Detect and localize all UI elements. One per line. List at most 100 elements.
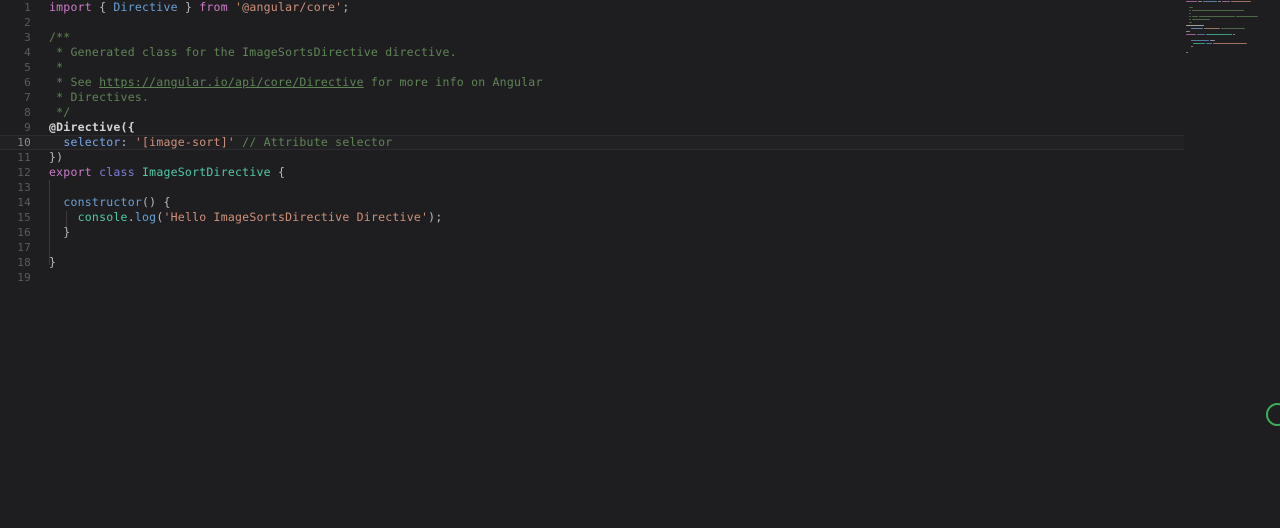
token: * <box>49 60 64 74</box>
line-content[interactable]: * Directives. <box>49 90 149 105</box>
code-editor[interactable]: 1 import { Directive } from '@angular/cor… <box>0 0 1280 528</box>
code-line[interactable]: 9 @Directive({ <box>0 120 1280 135</box>
token: 'Hello ImageSortsDirective Directive' <box>163 210 429 224</box>
token: { <box>277 165 286 179</box>
token: /** <box>49 30 71 44</box>
code-line[interactable]: 14 constructor() { <box>0 195 1280 210</box>
token: from <box>199 0 228 14</box>
token: * Directives. <box>49 90 150 104</box>
token: class <box>99 165 135 179</box>
token: ; <box>342 0 350 14</box>
code-line[interactable]: 12 export class ImageSortDirective { <box>0 165 1280 180</box>
token: */ <box>49 105 71 119</box>
line-number: 1 <box>24 1 31 14</box>
code-line[interactable]: 2 <box>0 15 1280 30</box>
line-number: 4 <box>24 46 31 59</box>
line-content[interactable]: */ <box>49 105 70 120</box>
code-line[interactable]: 19 <box>0 270 1280 285</box>
token: selector <box>63 135 121 149</box>
token: . <box>127 210 135 224</box>
token: @Directive({ <box>49 120 135 134</box>
code-line[interactable]: 7 * Directives. <box>0 90 1280 105</box>
line-content[interactable]: console.log('Hello ImageSortsDirective D… <box>49 210 443 225</box>
token: https://angular.io/api/core/Directive <box>99 75 364 89</box>
code-line[interactable]: 11}) <box>0 150 1280 165</box>
line-number: 7 <box>24 91 31 104</box>
line-number: 13 <box>17 181 31 194</box>
line-content[interactable]: } <box>49 225 70 240</box>
line-content[interactable]: export class ImageSortDirective { <box>49 165 285 180</box>
line-content[interactable]: * <box>49 60 63 75</box>
token: * See <box>49 75 100 89</box>
token: () { <box>142 195 171 209</box>
minimap-line <box>1186 54 1280 57</box>
line-number: 14 <box>17 196 31 209</box>
token: : <box>120 135 128 149</box>
code-line[interactable]: 18} <box>0 255 1280 270</box>
editor-code-area[interactable]: 1 import { Directive } from '@angular/cor… <box>0 0 1280 528</box>
code-line-active[interactable]: 10 selector: '[image-sort]' // Attribute… <box>0 135 1280 150</box>
token: * Generated class for the ImageSortsDire… <box>49 45 457 59</box>
token: log <box>134 210 157 224</box>
line-number: 17 <box>17 241 31 254</box>
code-line[interactable]: 16 } <box>0 225 1280 240</box>
line-number: 5 <box>24 61 31 74</box>
token: } <box>49 255 57 269</box>
line-content[interactable]: /** <box>49 30 70 45</box>
line-number: 8 <box>24 106 31 119</box>
code-line[interactable]: 17 <box>0 240 1280 255</box>
line-number: 16 <box>17 226 31 239</box>
token: export <box>49 165 92 179</box>
token: Directive <box>113 0 178 14</box>
code-line[interactable]: 8 */ <box>0 105 1280 120</box>
token: }) <box>49 150 64 164</box>
code-line[interactable]: 15 console.log('Hello ImageSortsDirectiv… <box>0 210 1280 225</box>
code-line[interactable]: 1 import { Directive } from '@angular/cor… <box>0 0 1280 15</box>
line-content[interactable]: }) <box>49 150 63 165</box>
line-content[interactable]: * Generated class for the ImageSortsDire… <box>49 45 457 60</box>
line-content[interactable]: constructor() { <box>49 195 171 210</box>
token: '[image-sort]' <box>134 135 236 149</box>
line-number: 12 <box>17 166 31 179</box>
line-content[interactable]: selector: '[image-sort]' // Attribute se… <box>49 135 392 150</box>
code-line[interactable]: 3 /** <box>0 30 1280 45</box>
token: import <box>49 0 92 14</box>
code-minimap[interactable] <box>1184 0 1280 528</box>
line-number: 6 <box>24 76 31 89</box>
line-number: 11 <box>17 151 31 164</box>
line-number: 9 <box>24 121 31 134</box>
line-content[interactable]: } <box>49 255 56 270</box>
token: ImageSortDirective <box>142 165 271 179</box>
line-number: 3 <box>24 31 31 44</box>
line-content[interactable]: * See https://angular.io/api/core/Direct… <box>49 75 543 90</box>
minimap-rows <box>1184 0 1280 57</box>
line-number: 18 <box>17 256 31 269</box>
token: console <box>77 210 128 224</box>
token: } <box>49 225 71 239</box>
token: // Attribute selector <box>242 135 393 149</box>
code-line[interactable]: 4 * Generated class for the ImageSortsDi… <box>0 45 1280 60</box>
code-line[interactable]: 5 * <box>0 60 1280 75</box>
line-content[interactable]: import { Directive } from '@angular/core… <box>49 0 350 15</box>
token: constructor <box>63 195 143 209</box>
line-number: 19 <box>17 271 31 284</box>
token: ); <box>428 210 443 224</box>
code-line[interactable]: 13 <box>0 180 1280 195</box>
line-content[interactable]: @Directive({ <box>49 120 135 135</box>
code-line[interactable]: 6 * See https://angular.io/api/core/Dire… <box>0 75 1280 90</box>
token: '@angular/core' <box>235 0 343 14</box>
line-number: 2 <box>24 16 31 29</box>
token: for more info on Angular <box>363 75 543 89</box>
line-number: 15 <box>17 211 31 224</box>
code-lines[interactable]: 1 import { Directive } from '@angular/cor… <box>0 0 1280 285</box>
